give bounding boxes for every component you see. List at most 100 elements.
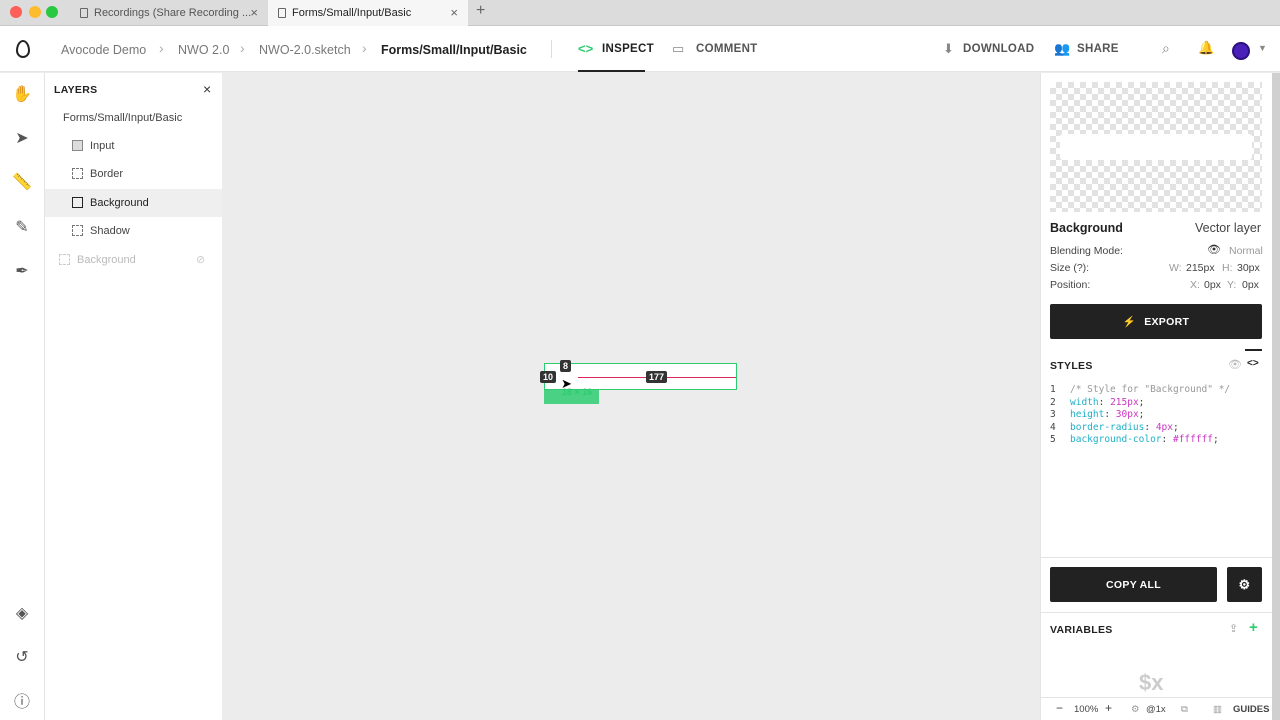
copy-all-button[interactable]: COPY ALL [1050,567,1217,602]
breadcrumb-separator: › [240,40,245,56]
code-line: 3 height: 30px; [1050,409,1145,420]
variables-title: VARIABLES [1050,624,1113,636]
active-tab-indicator [578,70,645,72]
zoom-level[interactable]: 100% [1074,704,1098,715]
width-key: W: [1169,262,1182,274]
breadcrumb-avocode-demo[interactable]: Avocode Demo [61,43,146,57]
layer-name: Background [1050,221,1123,235]
layer-type: Vector layer [1194,221,1261,235]
document-icon [278,8,286,18]
layer-root[interactable]: Forms/Small/Input/Basic [45,104,222,132]
layers-icon[interactable]: ◈ [12,604,32,624]
maximize-window-button[interactable] [46,6,58,18]
breadcrumb-separator: › [362,40,367,56]
select-arrow-icon[interactable]: ➤ [12,129,32,149]
eye-icon[interactable]: 👁 [1207,243,1221,256]
browser-tab-recordings[interactable]: Recordings (Share Recording ... × [70,0,268,26]
width-value[interactable]: 215px [1186,262,1215,274]
zoom-in-button[interactable]: + [1105,701,1112,715]
layer-label: Background [77,254,136,266]
vector-layer-icon [72,197,83,208]
share-users-icon: 👥 [1054,41,1071,56]
hidden-eye-icon[interactable]: ⊘ [196,253,205,266]
minimize-window-button[interactable] [29,6,41,18]
info-icon[interactable]: ⓘ [12,693,32,713]
position-label: Position: [1050,279,1091,291]
add-variable-icon[interactable]: + [1249,619,1258,636]
share-button[interactable]: SHARE [1077,43,1119,55]
vector-layer-icon [72,168,83,179]
inspect-panel: Background Vector layer Blending Mode: 👁… [1040,73,1273,720]
tool-rail: ✋ ➤ 📏 ✎ ✒ ◈ ↺ ⓘ [0,73,45,720]
css-code-block[interactable]: 1/* Style for "Background" */ 2 width: 21… [1050,384,1230,447]
download-icon: ⬇ [943,41,954,56]
blending-mode-label: Blending Mode: [1050,245,1123,257]
right-edge-strip [1272,73,1280,720]
pen-tool-icon[interactable]: ✒ [12,262,32,282]
layer-label: Shadow [90,225,130,237]
text-layer-icon [72,140,83,151]
chevron-down-icon[interactable]: ▼ [1258,43,1267,53]
export-button[interactable]: ⚡ EXPORT [1050,304,1262,339]
browser-tab-bar: Recordings (Share Recording ... × Forms/… [0,0,1280,26]
height-key: H: [1222,262,1233,274]
vector-layer-icon [59,254,70,265]
height-value[interactable]: 30px [1237,262,1260,274]
layer-item-background-hidden[interactable]: Background ⊘ [45,246,222,274]
hand-tool-icon[interactable]: ✋ [12,85,32,105]
avocode-logo-icon[interactable] [16,40,30,58]
measure-right-label: 177 [646,371,668,383]
close-tab-icon[interactable]: × [450,5,458,20]
code-view-icon[interactable]: <> [1247,358,1259,369]
x-key: X: [1190,279,1200,291]
breadcrumb-sketch-file[interactable]: NWO-2.0.sketch [259,43,351,57]
breadcrumb-separator: › [159,40,164,56]
code-line: 4 border-radius: 4px; [1050,421,1179,433]
preview-shape [1060,134,1252,160]
tab-comment[interactable]: COMMENT [696,43,758,55]
search-icon[interactable]: ⌕ [1162,40,1170,57]
layers-panel: LAYERS × Forms/Small/Input/Basic Input B… [45,73,222,720]
y-key: Y: [1227,279,1237,291]
history-icon[interactable]: ↺ [12,648,32,668]
settings-gear-icon[interactable]: ⚙ [1227,567,1262,602]
layer-label: Input [90,140,115,152]
color-picker-icon[interactable]: ✎ [12,218,32,238]
share-export-icon[interactable]: ⇪ [1229,622,1238,635]
browser-tab-forms[interactable]: Forms/Small/Input/Basic × [268,0,468,26]
measure-top-label: 8 [560,360,572,372]
size-label: Size (?): [1050,262,1090,274]
user-avatar[interactable] [1232,42,1250,60]
notification-bell-icon[interactable]: 🔔 [1198,40,1214,56]
layers-title: LAYERS [54,84,98,96]
ruler-measure-icon[interactable]: 📏 [12,173,32,193]
breadcrumb-nwo[interactable]: NWO 2.0 [178,43,229,57]
y-value[interactable]: 0px [1242,279,1259,291]
x-value[interactable]: 0px [1204,279,1221,291]
header-divider [551,40,552,58]
tab-inspect[interactable]: INSPECT [602,43,654,55]
scale-gear-icon: ⚙ [1131,704,1140,715]
close-window-button[interactable] [10,6,22,18]
zoom-out-button[interactable]: − [1056,701,1063,715]
fit-icon[interactable]: ⧉ [1181,704,1188,715]
vector-layer-icon [72,225,83,236]
scale-value[interactable]: @1x [1146,704,1166,715]
layer-item-input[interactable]: Input [45,132,222,160]
layer-item-border[interactable]: Border [45,160,222,188]
close-layers-icon[interactable]: × [203,81,211,97]
new-tab-button[interactable]: + [476,2,485,20]
tab-label: Forms/Small/Input/Basic [292,7,412,19]
guides-button[interactable]: GUIDES [1233,704,1269,715]
comment-icon: ▭ [672,41,685,56]
layer-item-background[interactable]: Background [45,189,222,217]
close-tab-icon[interactable]: × [250,5,258,20]
styles-title: STYLES [1050,360,1093,372]
code-line: 2 width: 215px; [1050,396,1145,408]
design-canvas[interactable]: 8 10 177 18 × 16 ➤ [222,73,1040,720]
code-line: 1/* Style for "Background" */ [1050,384,1231,395]
eye-icon[interactable]: 👁 [1228,358,1242,371]
download-button[interactable]: DOWNLOAD [963,43,1034,55]
layer-item-shadow[interactable]: Shadow [45,217,222,245]
layer-label: Forms/Small/Input/Basic [63,112,183,124]
